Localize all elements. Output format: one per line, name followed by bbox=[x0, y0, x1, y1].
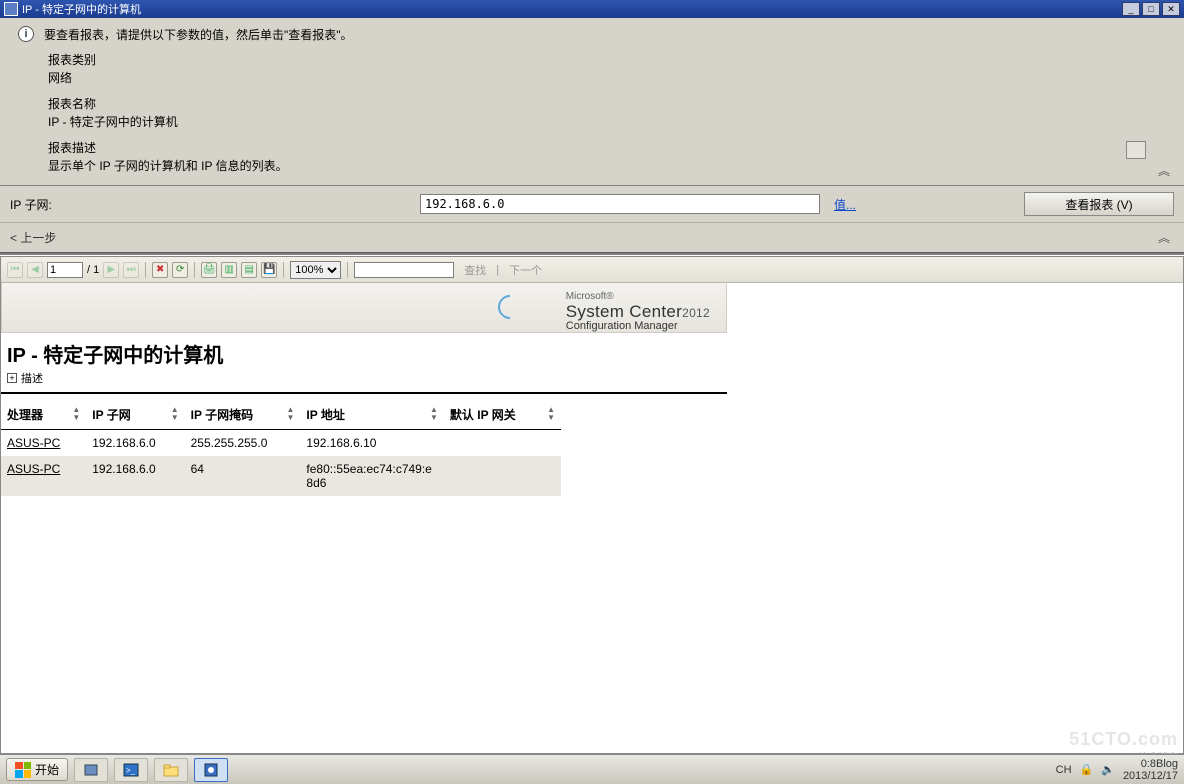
taskbar-app-powershell-icon[interactable]: >_ bbox=[114, 758, 148, 782]
find-next-label[interactable]: 下一个 bbox=[509, 262, 542, 278]
collapse-chevron-icon[interactable]: ︽ bbox=[1158, 162, 1170, 179]
refresh-icon[interactable]: ⟳ bbox=[172, 262, 188, 278]
taskbar-app-explorer-icon[interactable] bbox=[154, 758, 188, 782]
back-link[interactable]: < 上一步 bbox=[10, 231, 56, 245]
results-table: 处理器▲▼IP 子网▲▼IP 子网掩码▲▼IP 地址▲▼默认 IP 网关▲▼ A… bbox=[1, 400, 561, 496]
report-name-value: IP - 特定子网中的计算机 bbox=[48, 113, 1166, 131]
column-header[interactable]: 处理器▲▼ bbox=[1, 400, 86, 430]
page-setup-icon[interactable]: ▤ bbox=[241, 262, 257, 278]
collapse-toggle[interactable] bbox=[1126, 141, 1146, 159]
instruction-panel: i 要查看报表，请提供以下参数的值，然后单击"查看报表"。 报表类别 网络 报表… bbox=[0, 18, 1184, 185]
category-label: 报表类别 bbox=[48, 51, 1166, 69]
report-desc-label: 报表描述 bbox=[48, 139, 1166, 157]
windows-logo-icon bbox=[15, 762, 31, 778]
table-row: ASUS-PC192.168.6.064fe80::55ea:ec74:c749… bbox=[1, 456, 561, 496]
tray-time: 0:8Blog bbox=[1123, 758, 1178, 770]
window-title: IP - 特定子网中的计算机 bbox=[22, 1, 141, 17]
last-page-icon[interactable]: ⏭ bbox=[123, 262, 139, 278]
plus-icon: + bbox=[7, 373, 17, 383]
tray-date: 2013/12/17 bbox=[1123, 770, 1178, 782]
systemcenter-logo-icon bbox=[494, 291, 526, 323]
view-report-button[interactable]: 查看报表 (V) bbox=[1024, 192, 1174, 216]
close-button[interactable]: ✕ bbox=[1162, 2, 1180, 16]
report-toolbar: ⏮ ◀ / 1 ▶ ⏭ ✖ ⟳ 🖨 ▥ ▤ 💾 100% 查找 | 下一个 bbox=[1, 257, 1183, 283]
maximize-button[interactable]: □ bbox=[1142, 2, 1160, 16]
prev-page-icon[interactable]: ◀ bbox=[27, 262, 43, 278]
report-title-block: IP - 特定子网中的计算机 + 描述 bbox=[1, 333, 727, 394]
report-viewer: ⏮ ◀ / 1 ▶ ⏭ ✖ ⟳ 🖨 ▥ ▤ 💾 100% 查找 | 下一个 M bbox=[0, 256, 1184, 754]
branding-banner: Microsoft® System Center2012 Configurati… bbox=[1, 283, 727, 333]
zoom-select[interactable]: 100% bbox=[290, 261, 341, 279]
ime-indicator[interactable]: CH bbox=[1056, 764, 1072, 776]
branding-text: Microsoft® System Center2012 Configurati… bbox=[566, 291, 710, 332]
instruction-text: 要查看报表，请提供以下参数的值，然后单击"查看报表"。 bbox=[44, 26, 353, 43]
minimize-button[interactable]: _ bbox=[1122, 2, 1140, 16]
find-label[interactable]: 查找 bbox=[464, 262, 486, 278]
svg-text:>_: >_ bbox=[126, 766, 136, 775]
tray-icon2[interactable]: 🔈 bbox=[1101, 763, 1115, 776]
expand-description[interactable]: + 描述 bbox=[7, 370, 721, 386]
page-of-label: / 1 bbox=[87, 264, 99, 276]
stop-icon[interactable]: ✖ bbox=[152, 262, 168, 278]
column-header[interactable]: IP 地址▲▼ bbox=[300, 400, 444, 430]
parameter-row: IP 子网: 值... 查看报表 (V) bbox=[0, 185, 1184, 222]
report-name-label: 报表名称 bbox=[48, 95, 1166, 113]
value-picker-link[interactable]: 值... bbox=[834, 196, 856, 213]
first-page-icon[interactable]: ⏮ bbox=[7, 262, 23, 278]
system-tray: CH 🔒 🔈 0:8Blog 2013/12/17 bbox=[1056, 758, 1178, 782]
export-icon[interactable]: 💾 bbox=[261, 262, 277, 278]
table-row: ASUS-PC192.168.6.0255.255.255.0192.168.6… bbox=[1, 430, 561, 457]
param-label: IP 子网: bbox=[10, 196, 420, 213]
report-desc-value: 显示单个 IP 子网的计算机和 IP 信息的列表。 bbox=[48, 157, 1166, 175]
report-title: IP - 特定子网中的计算机 bbox=[7, 339, 721, 368]
start-button[interactable]: 开始 bbox=[6, 758, 68, 781]
column-header[interactable]: IP 子网掩码▲▼ bbox=[185, 400, 301, 430]
category-value: 网络 bbox=[48, 69, 1166, 87]
app-icon bbox=[4, 2, 18, 16]
back-nav-row: < 上一步 ︽ bbox=[0, 222, 1184, 252]
taskbar: 开始 >_ CH 🔒 🔈 0:8Blog 2013/12/17 bbox=[0, 754, 1184, 784]
page-input[interactable] bbox=[47, 262, 83, 278]
taskbar-app-server-icon[interactable] bbox=[74, 758, 108, 782]
tray-icon[interactable]: 🔒 bbox=[1080, 763, 1094, 776]
next-page-icon[interactable]: ▶ bbox=[103, 262, 119, 278]
collapse-chevron2-icon[interactable]: ︽ bbox=[1158, 229, 1170, 246]
titlebar: IP - 特定子网中的计算机 _ □ ✕ bbox=[0, 0, 1184, 18]
print-icon[interactable]: 🖨 bbox=[201, 262, 217, 278]
column-header[interactable]: IP 子网▲▼ bbox=[86, 400, 184, 430]
find-input[interactable] bbox=[354, 262, 454, 278]
info-icon: i bbox=[18, 26, 34, 42]
layout-icon[interactable]: ▥ bbox=[221, 262, 237, 278]
host-link[interactable]: ASUS-PC bbox=[7, 436, 60, 450]
host-link[interactable]: ASUS-PC bbox=[7, 462, 60, 476]
ip-subnet-input[interactable] bbox=[420, 194, 820, 214]
column-header[interactable]: 默认 IP 网关▲▼ bbox=[444, 400, 561, 430]
taskbar-app-sccm-icon[interactable] bbox=[194, 758, 228, 782]
